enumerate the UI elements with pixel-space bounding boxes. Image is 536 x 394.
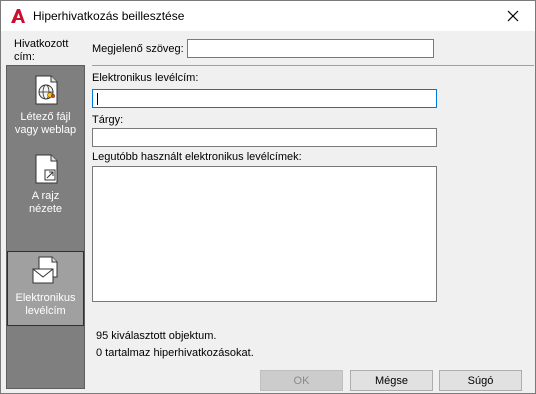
- text-caret: [97, 93, 98, 105]
- email-field[interactable]: [92, 89, 437, 108]
- display-text-label: Megjelenő szöveg:: [92, 43, 184, 55]
- email-label: Elektronikus levélcím:: [92, 72, 199, 84]
- drawing-view-icon: [35, 154, 57, 184]
- subject-field[interactable]: [92, 128, 437, 147]
- ok-button[interactable]: OK: [260, 370, 343, 391]
- sidebar-item-label: Létező fájl: [20, 111, 71, 123]
- status-hyperlinks-count: 0 tartalmaz hiperhivatkozásokat.: [96, 347, 254, 359]
- dialog-window: Hiperhivatkozás beillesztése Hivatkozott…: [0, 0, 536, 394]
- separator: [92, 65, 534, 66]
- close-icon: [507, 10, 519, 22]
- dialog-content: Hivatkozott cím: Létező fájl vagy weblap: [1, 31, 535, 393]
- sidebar-item-email[interactable]: Elektronikus levélcím: [7, 251, 84, 326]
- sidebar-item-label: vagy weblap: [14, 124, 77, 136]
- sidebar-item-label: levélcím: [25, 305, 66, 317]
- link-type-sidebar: Létező fájl vagy weblap A rajz nézete El…: [6, 65, 85, 389]
- title-bar: Hiperhivatkozás beillesztése: [1, 1, 535, 31]
- help-button[interactable]: Súgó: [439, 370, 522, 391]
- cancel-button[interactable]: Mégse: [350, 370, 433, 391]
- recent-emails-label: Legutóbb használt elektronikus levélcíme…: [92, 151, 302, 163]
- link-to-label: Hivatkozott cím:: [14, 38, 69, 63]
- web-file-icon: [35, 75, 57, 105]
- recent-emails-list[interactable]: [92, 166, 437, 302]
- status-selected-objects: 95 kiválasztott objektum.: [96, 330, 217, 342]
- display-text-field[interactable]: [187, 39, 434, 58]
- email-icon: [32, 256, 57, 284]
- sidebar-item-drawing-view[interactable]: A rajz nézete: [7, 150, 84, 224]
- sidebar-item-label: A rajz: [31, 190, 60, 202]
- main-panel: Megjelenő szöveg: Elektronikus levélcím:…: [92, 31, 534, 393]
- close-button[interactable]: [491, 1, 535, 31]
- autocad-icon: [11, 9, 25, 23]
- sidebar-item-label: Elektronikus: [15, 292, 76, 304]
- window-title: Hiperhivatkozás beillesztése: [33, 9, 185, 23]
- sidebar-item-label: nézete: [28, 203, 63, 215]
- sidebar-item-existing-file[interactable]: Létező fájl vagy weblap: [7, 71, 84, 145]
- subject-label: Tárgy:: [92, 114, 124, 126]
